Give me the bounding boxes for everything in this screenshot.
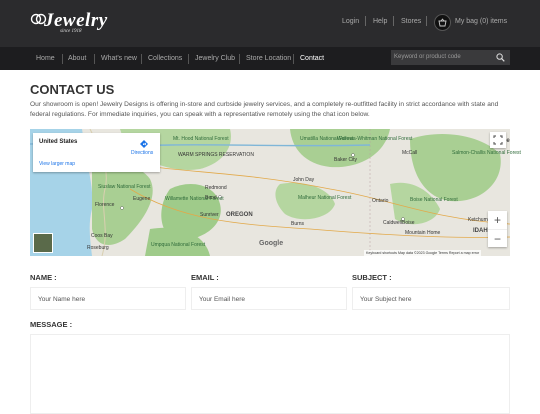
- subject-placeholder: Your Subject here: [360, 296, 412, 303]
- map-label: Boise: [402, 220, 415, 226]
- map-label: Roseburg: [87, 245, 109, 251]
- divider: [293, 54, 294, 64]
- map-label: Malheur National Forest: [298, 195, 352, 201]
- directions-icon[interactable]: [139, 139, 149, 149]
- divider: [94, 54, 95, 64]
- divider: [393, 16, 394, 26]
- directions-link[interactable]: Directions: [131, 150, 153, 156]
- email-label: EMAIL :: [191, 273, 219, 282]
- map-label: Redmond: [205, 185, 227, 191]
- message-label: MESSAGE :: [30, 320, 73, 329]
- nav-collections[interactable]: Collections: [148, 55, 182, 62]
- map-label: Ketchum: [468, 217, 488, 223]
- view-larger-map-link[interactable]: View larger map: [39, 161, 75, 167]
- map-label: Siuslaw National Forest: [98, 184, 151, 190]
- cart-button[interactable]: [434, 14, 451, 31]
- fullscreen-icon: [493, 135, 503, 145]
- zoom-in-button[interactable]: +: [488, 211, 507, 229]
- divider: [239, 54, 240, 64]
- map-label: Mountain Home: [405, 230, 441, 236]
- divider: [141, 54, 142, 64]
- search-icon[interactable]: [496, 53, 505, 62]
- map-label: Baker City: [334, 157, 358, 163]
- divider: [426, 16, 427, 26]
- basket-icon: [438, 18, 447, 27]
- email-placeholder: Your Email here: [199, 296, 246, 303]
- map-label: Florence: [95, 202, 115, 208]
- nav-contact[interactable]: Contact: [300, 55, 324, 62]
- map-label: Caldwell: [383, 220, 402, 226]
- message-textarea[interactable]: [30, 334, 510, 414]
- search-input[interactable]: Keyword or product code: [394, 54, 461, 60]
- map-info-card: United States Directions View larger map: [33, 133, 160, 172]
- map-label: Sunriver: [200, 212, 219, 218]
- map-label: Wallowa-Whitman National Forest: [337, 136, 413, 142]
- name-label: NAME :: [30, 273, 57, 282]
- name-placeholder: Your Name here: [38, 296, 86, 303]
- nav-home[interactable]: Home: [36, 55, 55, 62]
- nav-jewelry-club[interactable]: Jewelry Club: [195, 55, 235, 62]
- login-link[interactable]: Login: [342, 18, 359, 25]
- map-place-title: United States: [39, 139, 78, 145]
- subject-field[interactable]: Your Subject here: [352, 287, 510, 310]
- fullscreen-button[interactable]: [490, 132, 506, 148]
- nav-about[interactable]: About: [68, 55, 86, 62]
- map-label: John Day: [293, 177, 315, 183]
- map-attribution[interactable]: Keyboard shortcuts Map data ©2023 Google…: [364, 250, 482, 256]
- map-label: McCall: [402, 150, 418, 156]
- nav-store-location[interactable]: Store Location: [246, 55, 291, 62]
- map-label: Mt. Hood National Forest: [173, 136, 229, 142]
- stores-link[interactable]: Stores: [401, 18, 421, 25]
- map-label: Ontario: [372, 198, 389, 204]
- map-label: IDAH: [473, 228, 488, 234]
- map-label: Eugene: [133, 196, 151, 202]
- google-logo: Google: [259, 240, 284, 247]
- map-label: Coos Bay: [91, 233, 113, 239]
- zoom-controls: + −: [488, 211, 507, 247]
- name-field[interactable]: Your Name here: [30, 287, 186, 310]
- zoom-out-button[interactable]: −: [488, 229, 507, 248]
- map-label: Burns: [291, 221, 305, 227]
- email-field[interactable]: Your Email here: [191, 287, 347, 310]
- map-label: WARM SPRINGS RESERVATION: [178, 152, 254, 158]
- divider: [365, 16, 366, 26]
- intro-text: Our showroom is open! Jewelry Designs is…: [30, 101, 499, 118]
- divider: [188, 54, 189, 64]
- satellite-toggle[interactable]: [33, 233, 53, 253]
- subject-label: SUBJECT :: [352, 273, 392, 282]
- logo-since: since 1918: [60, 29, 82, 34]
- bag-status[interactable]: My bag (0) items: [455, 18, 507, 25]
- map-label: Salmon-Challis National Forest: [452, 150, 521, 156]
- map-label: Boise National Forest: [410, 197, 458, 203]
- divider: [62, 54, 63, 64]
- map-label: OREGON: [226, 212, 253, 218]
- search-bar[interactable]: Keyword or product code: [391, 50, 510, 65]
- map-label: Bend: [205, 195, 217, 201]
- help-link[interactable]: Help: [373, 18, 387, 25]
- nav-whats-new[interactable]: What's new: [101, 55, 137, 62]
- page-title: CONTACT US: [30, 82, 115, 97]
- map-label: Umpqua National Forest: [151, 242, 206, 248]
